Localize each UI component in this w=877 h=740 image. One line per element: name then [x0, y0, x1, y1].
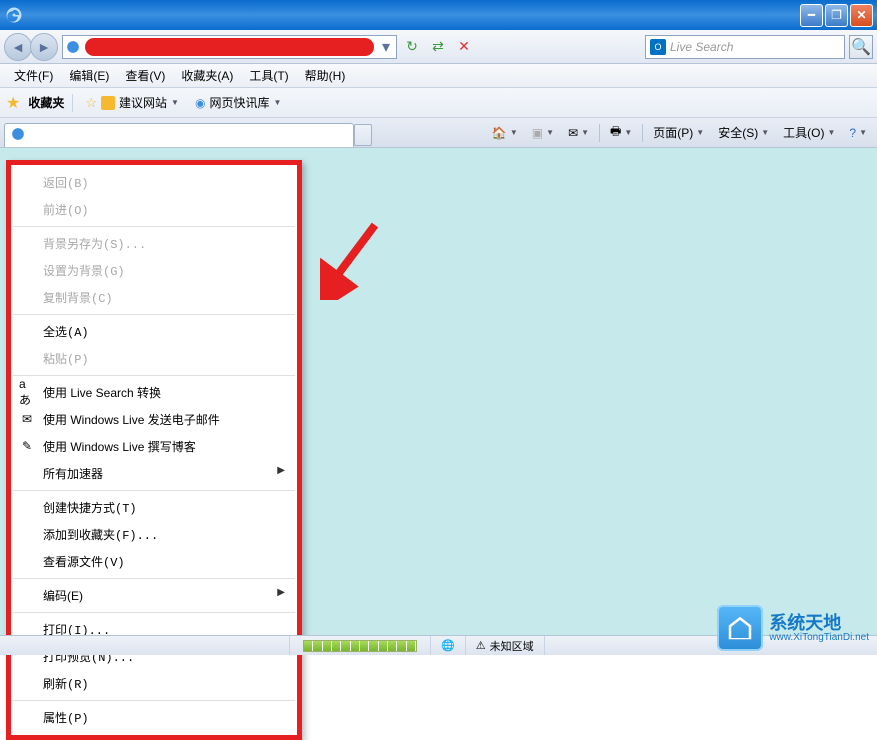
- refresh-icon[interactable]: ↻: [401, 36, 423, 58]
- cm-add-favorite[interactable]: 添加到收藏夹(F)...: [11, 521, 297, 548]
- address-dropdown-icon[interactable]: ▾: [378, 37, 394, 57]
- fav-suggest-sites[interactable]: ☆ 建议网站 ▼: [81, 92, 183, 113]
- fav-webslices-label: 网页快讯库: [209, 94, 269, 111]
- search-go-button[interactable]: 🔍: [849, 35, 873, 59]
- cm-properties[interactable]: 属性(P): [11, 704, 297, 731]
- address-bar[interactable]: ▾: [62, 35, 397, 59]
- navigation-bar: ◄ ► ▾ ↻ ⇄ ✕ O Live Search 🔍: [0, 30, 877, 64]
- cm-live-blog[interactable]: ✎使用 Windows Live 撰写博客: [11, 433, 297, 460]
- star-icon: ☆: [85, 95, 97, 111]
- cm-select-all[interactable]: 全选(A): [11, 318, 297, 345]
- stop-icon[interactable]: ✕: [453, 36, 475, 58]
- url-redacted: [85, 38, 374, 56]
- window-close-button[interactable]: ✕: [850, 4, 873, 27]
- toolbar-safety[interactable]: 安全(S)▼: [712, 122, 775, 143]
- watermark-title: 系统天地: [769, 614, 869, 632]
- tab-page-icon: [11, 127, 25, 144]
- cm-live-translate[interactable]: aあ使用 Live Search 转换: [11, 379, 297, 406]
- page-icon: [65, 39, 81, 55]
- browser-tab[interactable]: [4, 123, 354, 147]
- mail-icon: ✉: [19, 411, 35, 427]
- cm-save-bg: 背景另存为(S)...: [11, 230, 297, 257]
- cm-copy-bg: 复制背景(C): [11, 284, 297, 311]
- watermark-url: www.XiTongTianDi.net: [769, 632, 869, 643]
- printer-icon: 🖶: [610, 122, 621, 143]
- translate-icon: aあ: [19, 384, 35, 400]
- tab-toolbar-row: 🏠▼ ▣▼ ✉▼ 🖶▼ 页面(P)▼ 安全(S)▼ 工具(O)▼ ?▼: [0, 118, 877, 148]
- favorites-label[interactable]: 收藏夹: [28, 94, 64, 111]
- menu-bar: 文件(F) 编辑(E) 查看(V) 收藏夹(A) 工具(T) 帮助(H): [0, 64, 877, 88]
- menu-view[interactable]: 查看(V): [117, 65, 173, 86]
- dropdown-icon: ▼: [171, 98, 179, 107]
- watermark: 系统天地 www.XiTongTianDi.net: [717, 605, 869, 651]
- new-tab-button[interactable]: [354, 124, 372, 146]
- menu-favorites[interactable]: 收藏夹(A): [173, 65, 241, 86]
- search-placeholder: Live Search: [670, 40, 840, 54]
- mail-button[interactable]: ✉▼: [562, 124, 595, 142]
- fav-webslices[interactable]: ◉ 网页快讯库 ▼: [191, 92, 285, 113]
- blog-icon: ✎: [19, 438, 35, 454]
- favorites-star-icon[interactable]: ★: [6, 93, 20, 113]
- cm-refresh[interactable]: 刷新(R): [11, 670, 297, 697]
- feed-button[interactable]: ▣▼: [526, 124, 560, 142]
- home-icon: 🏠: [492, 126, 507, 140]
- rss-icon: ▣: [532, 126, 543, 140]
- cm-create-shortcut[interactable]: 创建快捷方式(T): [11, 494, 297, 521]
- nav-back-button[interactable]: ◄: [4, 33, 32, 61]
- cm-encoding[interactable]: 编码(E)▶: [11, 582, 297, 609]
- menu-help[interactable]: 帮助(H): [297, 65, 354, 86]
- window-title-bar: ━ ❐ ✕: [0, 0, 877, 30]
- help-button[interactable]: ?▼: [843, 124, 873, 142]
- window-minimize-button[interactable]: ━: [800, 4, 823, 27]
- compat-view-icon[interactable]: ⇄: [427, 36, 449, 58]
- status-progress: [290, 636, 431, 655]
- status-icon: 🌐: [431, 636, 466, 655]
- cm-view-source[interactable]: 查看源文件(V): [11, 548, 297, 575]
- favorites-bar: ★ 收藏夹 ☆ 建议网站 ▼ ◉ 网页快讯库 ▼: [0, 88, 877, 118]
- status-zone: ⚠未知区域: [466, 636, 545, 655]
- toolbar-tools[interactable]: 工具(O)▼: [777, 122, 841, 143]
- mail-icon: ✉: [568, 126, 578, 140]
- bing-icon: [101, 96, 115, 110]
- cm-live-email[interactable]: ✉使用 Windows Live 发送电子邮件: [11, 406, 297, 433]
- window-maximize-button[interactable]: ❐: [825, 4, 848, 27]
- cm-forward: 前进(O): [11, 196, 297, 223]
- globe-icon: 🌐: [441, 639, 455, 652]
- cm-back: 返回(B): [11, 169, 297, 196]
- submenu-arrow-icon: ▶: [277, 587, 285, 598]
- watermark-logo-icon: [717, 605, 763, 651]
- home-button[interactable]: 🏠▼: [486, 124, 524, 142]
- shield-icon: ⚠: [476, 639, 486, 652]
- page-icon: ◉: [195, 96, 205, 110]
- menu-edit[interactable]: 编辑(E): [61, 65, 117, 86]
- menu-tools[interactable]: 工具(T): [241, 65, 296, 86]
- cm-set-bg: 设置为背景(G): [11, 257, 297, 284]
- ie-logo-icon: [4, 5, 24, 25]
- search-provider-icon: O: [650, 39, 666, 55]
- print-button[interactable]: 🖶▼: [604, 120, 638, 145]
- toolbar-page[interactable]: 页面(P)▼: [647, 122, 710, 143]
- fav-suggest-label: 建议网站: [119, 94, 167, 111]
- cm-paste: 粘贴(P): [11, 345, 297, 372]
- status-text: [0, 636, 290, 655]
- submenu-arrow-icon: ▶: [277, 465, 285, 476]
- cm-all-accelerators[interactable]: 所有加速器▶: [11, 460, 297, 487]
- nav-forward-button[interactable]: ►: [30, 33, 58, 61]
- dropdown-icon: ▼: [273, 98, 281, 107]
- search-box[interactable]: O Live Search: [645, 35, 845, 59]
- menu-file[interactable]: 文件(F): [6, 65, 61, 86]
- help-icon: ?: [849, 126, 856, 140]
